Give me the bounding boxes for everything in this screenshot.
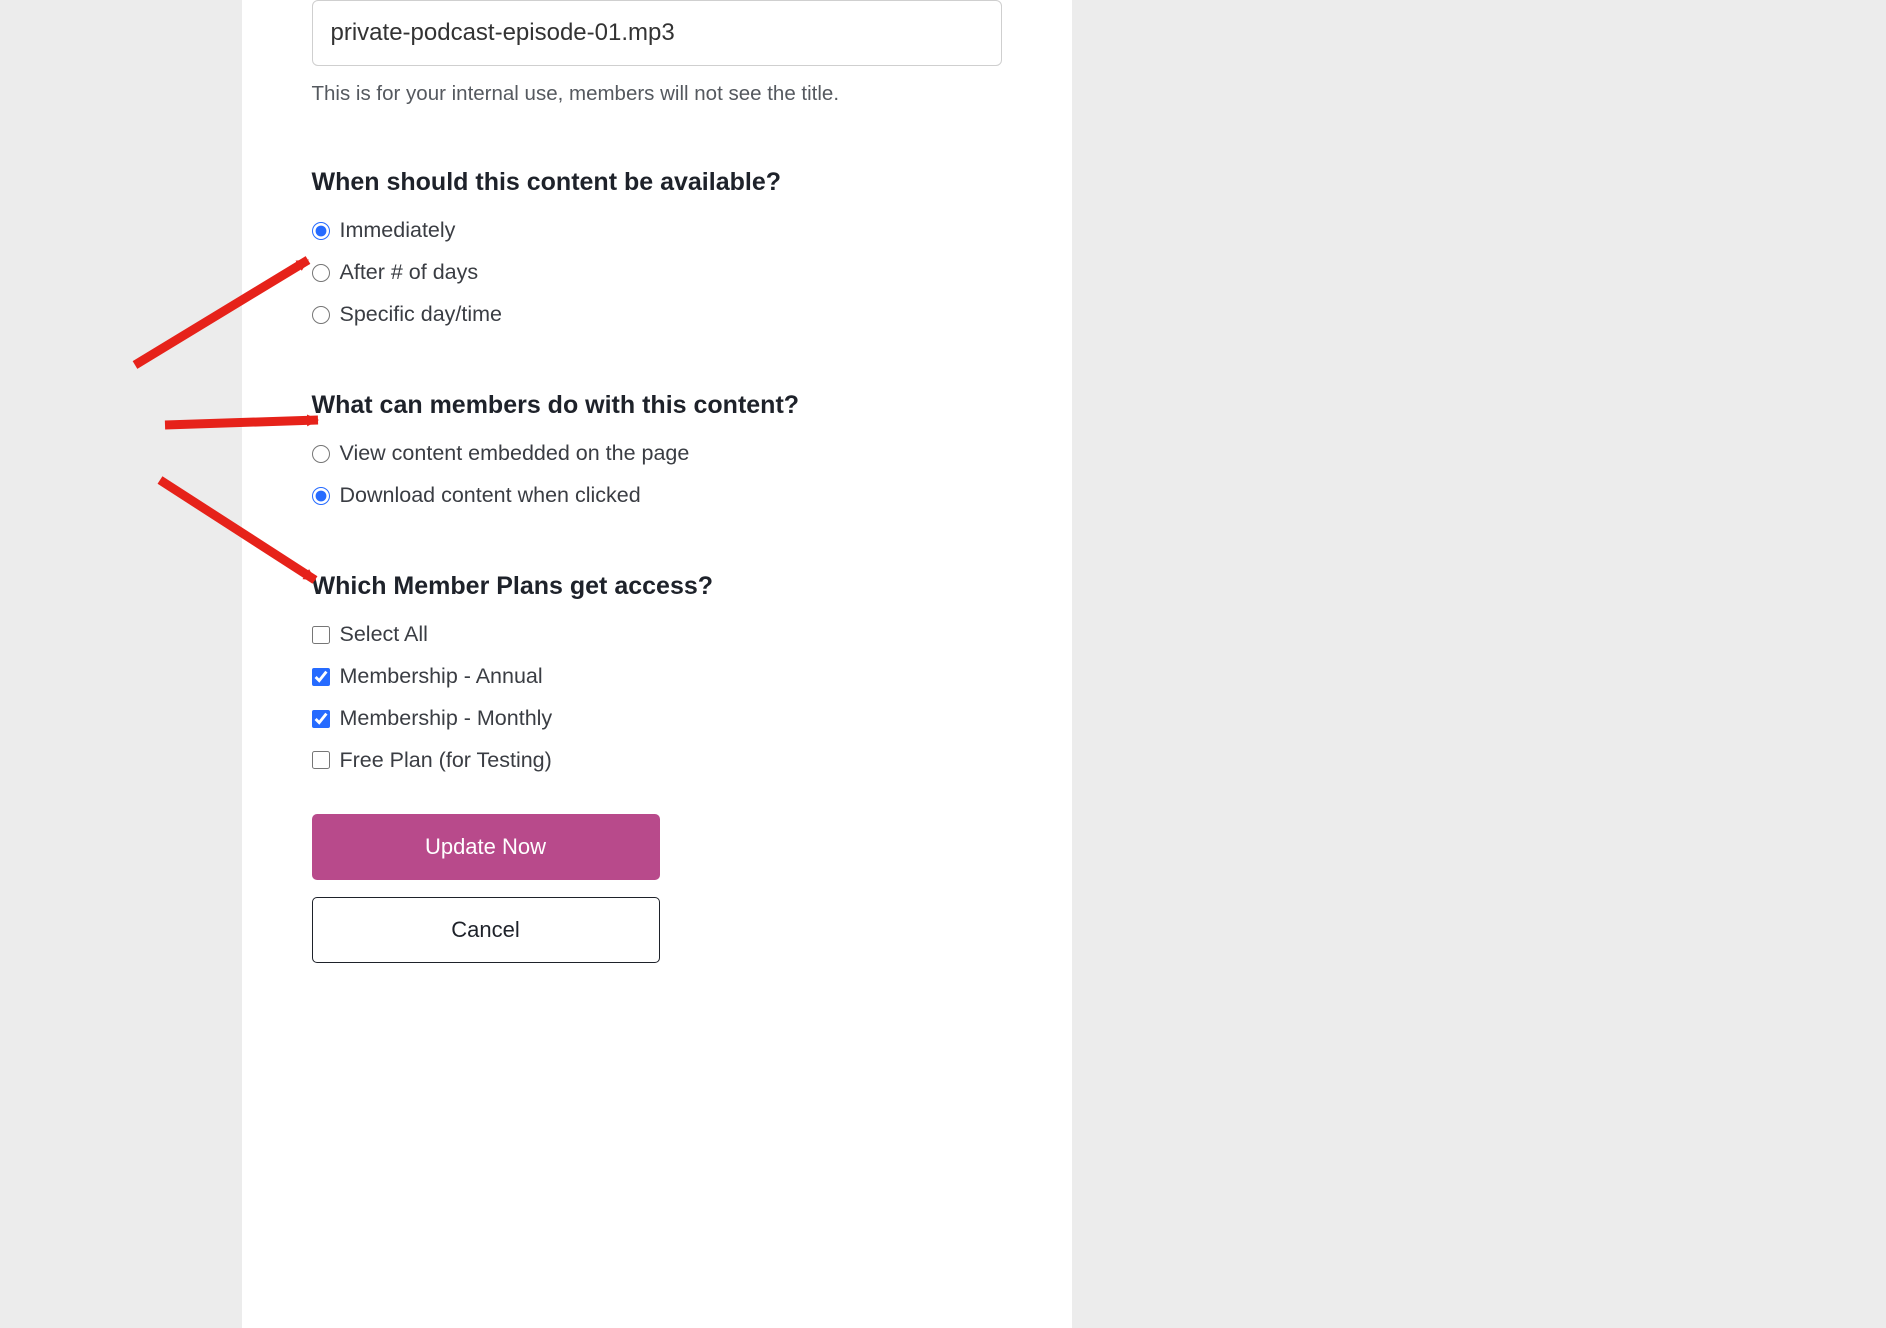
plans-heading: Which Member Plans get access? — [312, 572, 1002, 601]
availability-option-after-days[interactable]: After # of days — [312, 259, 1002, 287]
title-help-text: This is for your internal use, members w… — [312, 82, 1002, 106]
availability-radio-immediately[interactable] — [312, 222, 330, 240]
plan-label: Select All — [340, 621, 428, 649]
plan-checkbox-select-all[interactable] — [312, 626, 330, 644]
plan-annual[interactable]: Membership - Annual — [312, 663, 1002, 691]
member-action-radio-download[interactable] — [312, 487, 330, 505]
availability-option-specific-day[interactable]: Specific day/time — [312, 301, 1002, 329]
availability-label: Specific day/time — [340, 301, 503, 329]
availability-radio-after-days[interactable] — [312, 264, 330, 282]
member-action-radio-view[interactable] — [312, 445, 330, 463]
member-action-heading: What can members do with this content? — [312, 391, 1002, 420]
title-input[interactable] — [312, 0, 1002, 66]
update-now-button[interactable]: Update Now — [312, 814, 660, 880]
plan-label: Membership - Annual — [340, 663, 543, 691]
plan-checkbox-free[interactable] — [312, 751, 330, 769]
plan-monthly[interactable]: Membership - Monthly — [312, 705, 1002, 733]
member-action-label: Download content when clicked — [340, 482, 641, 510]
member-action-label: View content embedded on the page — [340, 440, 690, 468]
plan-checkbox-monthly[interactable] — [312, 710, 330, 728]
form-panel: This is for your internal use, members w… — [242, 0, 1072, 1328]
member-action-view-embedded[interactable]: View content embedded on the page — [312, 440, 1002, 468]
plan-label: Membership - Monthly — [340, 705, 553, 733]
plan-checkbox-annual[interactable] — [312, 668, 330, 686]
member-action-download[interactable]: Download content when clicked — [312, 482, 1002, 510]
availability-option-immediately[interactable]: Immediately — [312, 217, 1002, 245]
plan-select-all[interactable]: Select All — [312, 621, 1002, 649]
availability-radio-specific-day[interactable] — [312, 306, 330, 324]
availability-label: Immediately — [340, 217, 456, 245]
availability-label: After # of days — [340, 259, 479, 287]
cancel-button[interactable]: Cancel — [312, 897, 660, 963]
plan-free-testing[interactable]: Free Plan (for Testing) — [312, 747, 1002, 775]
availability-heading: When should this content be available? — [312, 168, 1002, 197]
plan-label: Free Plan (for Testing) — [340, 747, 552, 775]
